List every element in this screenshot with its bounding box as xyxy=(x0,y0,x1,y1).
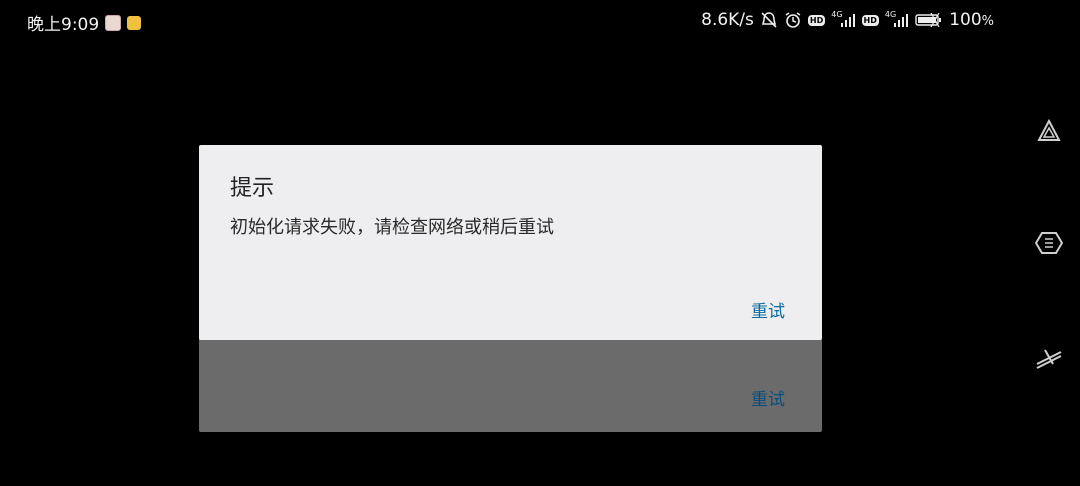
background-retry-button: 重试 xyxy=(751,390,785,410)
net-type-1: 4G xyxy=(831,10,843,19)
net-type-2: 4G xyxy=(884,10,897,19)
hd-badge-1: HD xyxy=(807,14,826,26)
triangle-logo-icon[interactable] xyxy=(1034,116,1064,146)
dialog-title: 提示 xyxy=(230,176,275,201)
alarm-icon xyxy=(784,11,802,29)
background-dialog: 重试 xyxy=(199,326,822,432)
battery-icon xyxy=(915,13,943,27)
mute-icon xyxy=(760,11,778,29)
app-notification-icon xyxy=(105,14,122,31)
status-time: 晚上9:09 xyxy=(27,15,100,35)
hd-badge-2: HD xyxy=(861,14,879,26)
dialog-message: 初始化请求失败，请检查网络或稍后重试 xyxy=(230,217,554,238)
status-bar: 晚上9:09 8.6K/s HD 4G HD 4G 100% xyxy=(0,0,1080,42)
retry-button[interactable]: 重试 xyxy=(751,295,785,324)
screen: 晚上9:09 8.6K/s HD 4G HD 4G 100% 重试 提示 初始化… xyxy=(0,0,1080,486)
gamepad-hex-icon[interactable] xyxy=(1034,228,1064,258)
network-speed: 8.6K/s xyxy=(701,10,754,30)
gallery-notification-icon xyxy=(127,15,142,30)
signal-icon-2: 4G xyxy=(884,10,909,27)
signal-icon-1: 4G xyxy=(831,10,855,27)
status-left: 晚上9:09 xyxy=(27,10,142,35)
battery-percent: 100% xyxy=(949,10,994,30)
slash-lines-icon[interactable] xyxy=(1034,342,1064,372)
status-right: 8.6K/s HD 4G HD 4G 100% xyxy=(701,10,994,30)
alert-dialog: 提示 初始化请求失败，请检查网络或稍后重试 重试 xyxy=(199,145,822,340)
